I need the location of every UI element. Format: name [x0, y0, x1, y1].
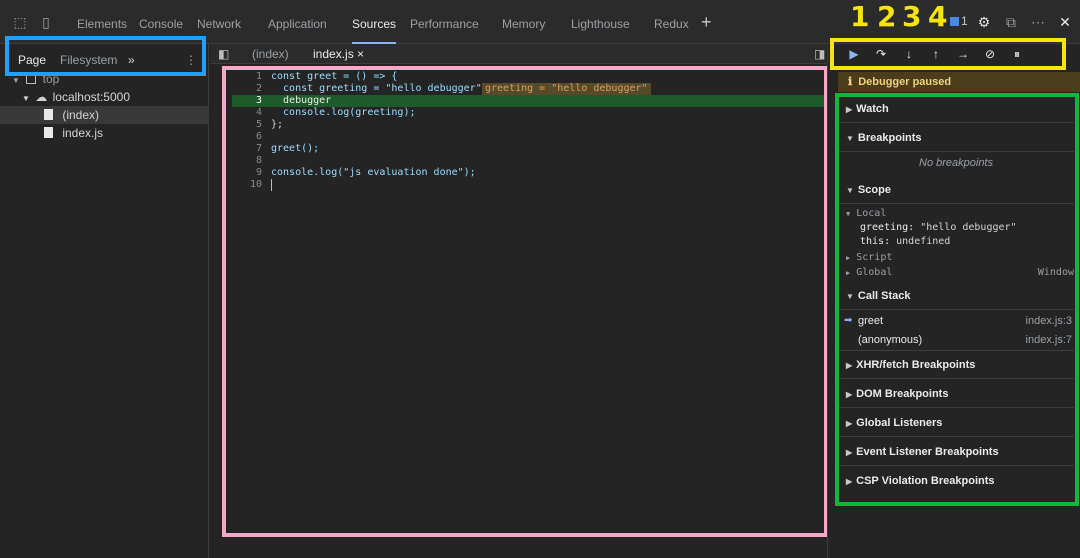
inspect-element-icon[interactable]: ⬚ [12, 14, 28, 30]
annotation-number-3: 3 [902, 0, 922, 33]
debug-controls-highlight [830, 38, 1066, 70]
tree-item-index-js[interactable]: index.js [0, 124, 209, 142]
close-devtools-icon[interactable]: ✕ [1057, 14, 1073, 30]
annotation-number-4: 4 [928, 0, 948, 33]
tab-lighthouse[interactable]: Lighthouse [571, 0, 630, 44]
annotation-number-2: 2 [877, 0, 897, 33]
debugger-paused-banner: ℹ Debugger paused [838, 72, 1080, 92]
info-icon: ℹ [848, 76, 853, 88]
sources-navigator: Page Filesystem » ⋮ ▼ top ▼ ☁ localhost:… [0, 44, 209, 558]
issues-icon [950, 17, 959, 26]
tree-item-label: index.js [62, 126, 104, 140]
tree-item-label: localhost:5000 [52, 90, 130, 104]
tree-item-localhost[interactable]: ▼ ☁ localhost:5000 [0, 88, 209, 106]
toggle-navigator-icon[interactable]: ◧ [218, 47, 229, 61]
tab-application[interactable]: Application [268, 0, 327, 44]
device-toolbar-icon[interactable]: ▯ [38, 14, 54, 30]
expand-triangle-icon: ▼ [12, 76, 20, 85]
expand-triangle-icon: ▼ [22, 94, 30, 103]
more-options-icon[interactable]: ⋯ [1030, 14, 1046, 30]
tab-memory[interactable]: Memory [502, 0, 545, 44]
tab-sources[interactable]: Sources [352, 0, 397, 44]
paused-text: Debugger paused [858, 76, 952, 88]
annotation-number-1: 1 [850, 0, 870, 33]
toggle-debugger-icon[interactable]: ◨ [814, 47, 825, 61]
file-icon [44, 109, 53, 120]
issues-badge[interactable]: 1 [950, 14, 968, 28]
add-tab-button[interactable]: + [701, 12, 712, 33]
file-icon [44, 127, 53, 138]
editor-tab-index-js[interactable]: index.js [313, 47, 354, 61]
tab-redux[interactable]: Redux [654, 0, 689, 44]
cloud-icon: ☁ [35, 90, 48, 104]
navigator-tabs-highlight [5, 36, 206, 76]
issues-count: 1 [961, 14, 968, 28]
tab-performance[interactable]: Performance [410, 0, 479, 44]
tree-item-index[interactable]: (index) [0, 106, 209, 124]
remote-devices-icon[interactable]: ⧉ [1003, 14, 1019, 30]
close-tab-icon[interactable]: × [357, 47, 364, 61]
editor-highlight [222, 66, 828, 537]
tree-item-label: (index) [62, 108, 100, 122]
settings-gear-icon[interactable]: ⚙ [976, 14, 992, 30]
editor-tab-bar: ◧ (index) index.js × ◨ [210, 44, 826, 64]
editor-tab-index[interactable]: (index) [252, 47, 289, 61]
debugger-panes-highlight [835, 93, 1079, 506]
frame-icon [26, 75, 37, 84]
